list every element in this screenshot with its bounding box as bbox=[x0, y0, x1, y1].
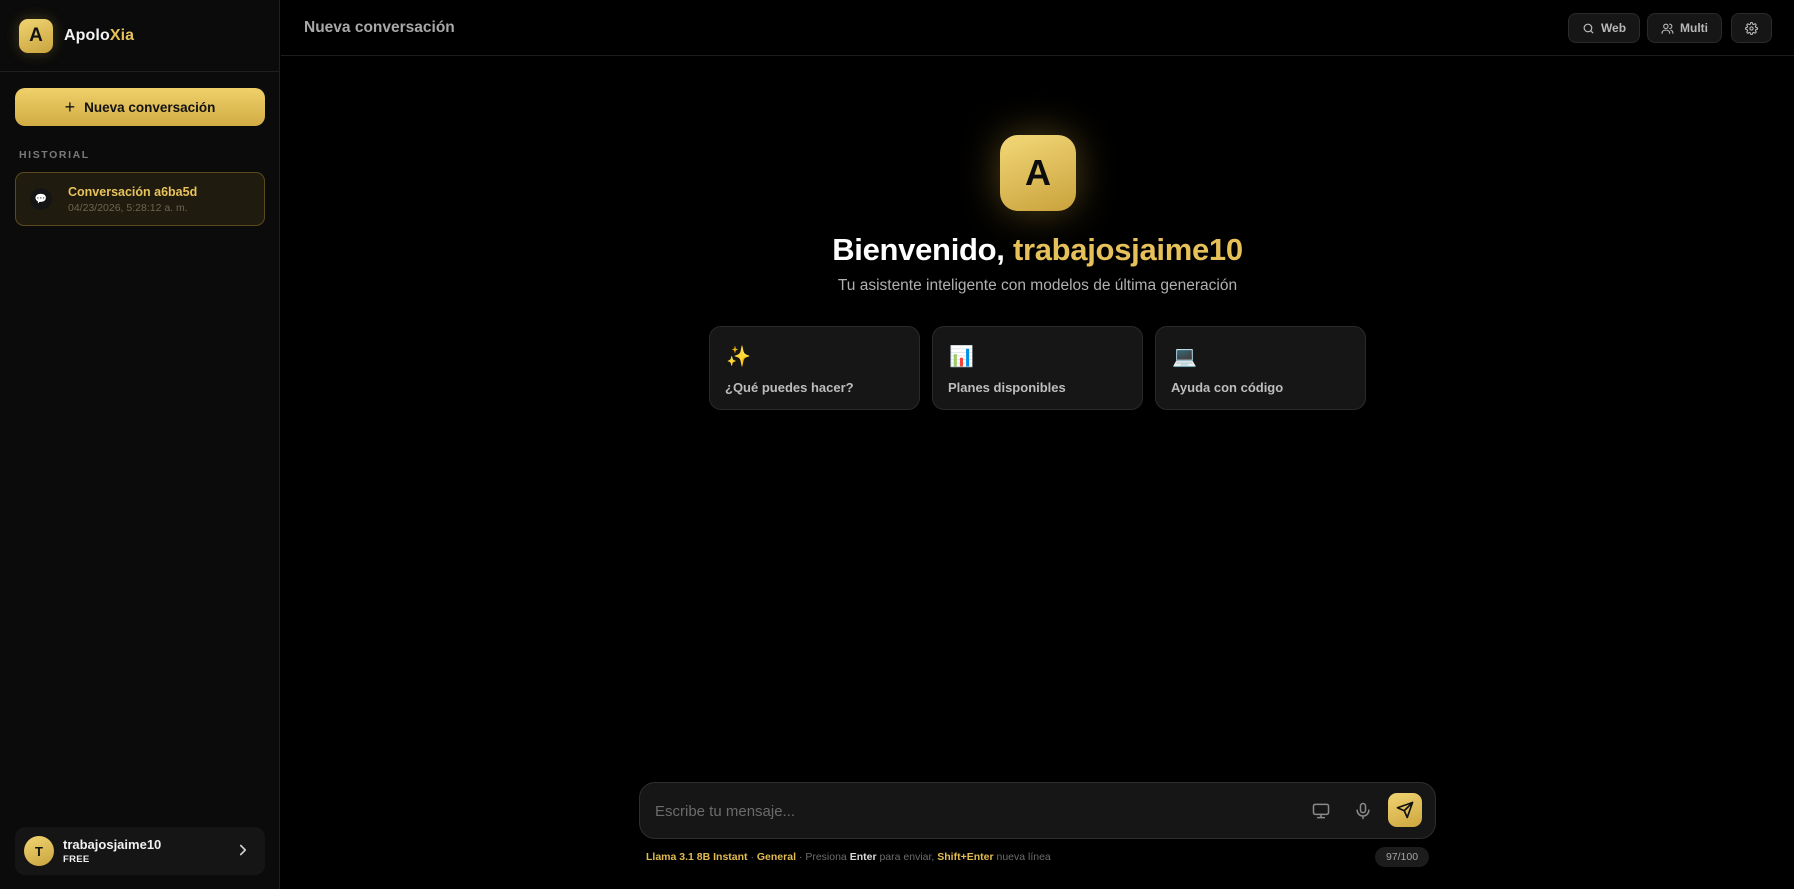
welcome-greeting: Bienvenido, bbox=[832, 232, 1005, 267]
microphone-icon[interactable] bbox=[1353, 801, 1373, 821]
mode-name[interactable]: General bbox=[757, 851, 796, 863]
chevron-right-icon bbox=[239, 844, 247, 856]
new-conversation-label: Nueva conversación bbox=[84, 99, 216, 115]
conversation-date: 04/23/2026, 5:28:12 a. m. bbox=[68, 201, 188, 214]
conversation-title: Conversación a6ba5d bbox=[68, 184, 198, 199]
bar-chart-icon: 📊 bbox=[949, 346, 974, 368]
sparkles-icon: ✨ bbox=[726, 346, 751, 368]
suggestion-cards: ✨ ¿Qué puedes hacer? 📊 Planes disponible… bbox=[709, 326, 1366, 410]
suggestion-label: Ayuda con código bbox=[1171, 380, 1284, 395]
hint-text: nueva línea bbox=[993, 851, 1051, 863]
message-counter: 97/100 bbox=[1375, 847, 1429, 867]
settings-button[interactable] bbox=[1731, 13, 1772, 43]
hero-logo: A bbox=[1000, 135, 1076, 211]
web-label: Web bbox=[1600, 21, 1627, 35]
screen-share-icon[interactable] bbox=[1311, 801, 1331, 821]
welcome-subtitle: Tu asistente inteligente con modelos de … bbox=[837, 277, 1238, 294]
page-title: Nueva conversación bbox=[304, 19, 455, 36]
suggestion-label: Planes disponibles bbox=[948, 380, 1066, 395]
enter-key: Enter bbox=[849, 851, 877, 863]
send-icon bbox=[1396, 801, 1414, 819]
send-button[interactable] bbox=[1388, 793, 1422, 827]
message-composer bbox=[639, 782, 1436, 839]
suggestion-card-capabilities[interactable]: ✨ ¿Qué puedes hacer? bbox=[709, 326, 920, 410]
composer-hint: Llama 3.1 8B Instant · General · Presion… bbox=[646, 851, 1051, 863]
hint-text: · Presiona bbox=[796, 851, 850, 863]
search-icon bbox=[1583, 23, 1594, 33]
laptop-icon: 💻 bbox=[1172, 346, 1197, 368]
web-search-button[interactable]: Web bbox=[1568, 13, 1640, 43]
avatar: T bbox=[24, 836, 54, 866]
brand-name-main: Apolo bbox=[64, 26, 110, 44]
brand-header: A ApoloXia bbox=[0, 0, 280, 72]
multi-label: Multi bbox=[1680, 21, 1708, 35]
users-icon bbox=[1661, 23, 1674, 34]
suggestion-card-plans[interactable]: 📊 Planes disponibles bbox=[932, 326, 1143, 410]
user-plan-badge: FREE bbox=[63, 854, 90, 865]
welcome-username: trabajosjaime10 bbox=[1012, 232, 1243, 267]
model-name[interactable]: Llama 3.1 8B Instant bbox=[646, 851, 748, 863]
brand-name-accent: Xia bbox=[109, 26, 135, 44]
shift-enter-key: Shift+Enter bbox=[937, 851, 994, 863]
conversation-item[interactable]: 💬 Conversación a6ba5d 04/23/2026, 5:28:1… bbox=[15, 172, 265, 226]
hint-text: para enviar, bbox=[876, 851, 938, 863]
suggestion-label: ¿Qué puedes hacer? bbox=[725, 380, 854, 395]
brand-name: ApoloXia bbox=[64, 27, 134, 45]
speech-bubble-icon: 💬 bbox=[30, 188, 52, 210]
user-profile-card[interactable]: T trabajosjaime10 FREE bbox=[15, 827, 265, 875]
top-bar: Nueva conversación Web Multi bbox=[281, 0, 1794, 56]
multi-model-button[interactable]: Multi bbox=[1647, 13, 1722, 43]
user-name: trabajosjaime10 bbox=[63, 837, 162, 852]
hint-separator: · bbox=[747, 851, 757, 863]
message-input[interactable] bbox=[655, 800, 1295, 822]
new-conversation-button[interactable]: + Nueva conversación bbox=[15, 88, 265, 126]
welcome-heading: Bienvenido, trabajosjaime10 bbox=[281, 232, 1794, 268]
suggestion-card-code[interactable]: 💻 Ayuda con código bbox=[1155, 326, 1366, 410]
plus-icon: + bbox=[64, 96, 76, 117]
history-heading: HISTORIAL bbox=[19, 149, 90, 161]
sidebar: A ApoloXia + Nueva conversación HISTORIA… bbox=[0, 0, 280, 889]
brand-logo[interactable]: A bbox=[19, 18, 53, 53]
gear-icon bbox=[1745, 21, 1758, 35]
